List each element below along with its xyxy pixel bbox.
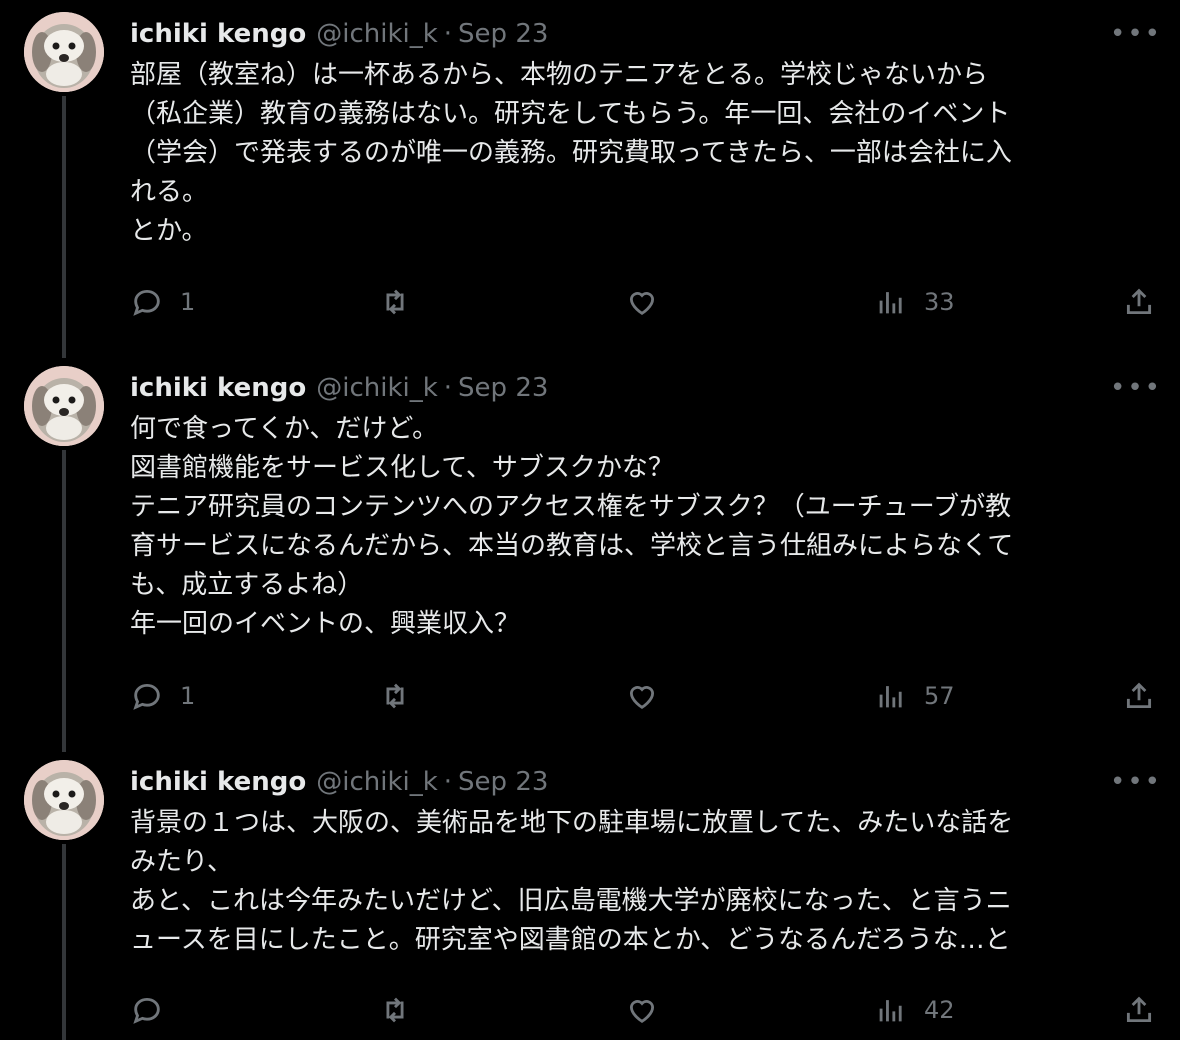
avatar[interactable] xyxy=(24,12,104,92)
heart-icon xyxy=(629,292,655,315)
like-button[interactable] xyxy=(625,990,659,1030)
share-icon xyxy=(1126,288,1152,315)
tweet-text-line: あと、これは今年みたいだけど、旧広島電機大学が廃校になった、と言うニ xyxy=(130,886,1012,916)
reply-count: 1 xyxy=(180,682,196,710)
author-handle[interactable]: @ichiki_k xyxy=(316,373,438,403)
like-button[interactable] xyxy=(625,676,659,716)
heart-icon xyxy=(629,686,655,709)
retweet-icon xyxy=(386,289,404,315)
tweet-text-line: 何で食ってくか、だけど。 xyxy=(130,414,439,444)
share-icon xyxy=(1126,996,1152,1023)
separator-dot: · xyxy=(443,767,453,797)
tweet-text: 部屋（教室ね）は一杯あるから、本物のテニアをとる。学校じゃないから （私企業）教… xyxy=(130,56,1160,251)
views-count: 57 xyxy=(924,682,955,710)
action-bar: 1 33 xyxy=(0,282,1180,322)
views-chart-icon xyxy=(879,292,902,314)
reply-count: 1 xyxy=(180,288,196,316)
dog-avatar-image xyxy=(24,366,104,446)
tweet-header: ichiki kengo @ichiki_k · Sep 23 xyxy=(130,764,548,800)
dog-avatar-image xyxy=(24,760,104,840)
separator-dot: · xyxy=(443,19,453,49)
tweet-text: 背景の１つは、大阪の、美術品を地下の駐車場に放置してた、みたいな話を みたり、 … xyxy=(130,804,1160,960)
tweet-text-line: 部屋（教室ね）は一杯あるから、本物のテニアをとる。学校じゃないから xyxy=(130,60,989,90)
tweet-date[interactable]: Sep 23 xyxy=(458,767,548,797)
tweet-text-line: ュースを目にしたこと。研究室や図書館の本とか、どうなるんだろうな…と xyxy=(130,925,1011,955)
views-chart-icon xyxy=(879,1000,902,1022)
views-button[interactable]: 42 xyxy=(874,990,955,1030)
tweet-header: ichiki kengo @ichiki_k · Sep 23 xyxy=(130,370,548,406)
retweet-button[interactable] xyxy=(378,676,412,716)
tweet-date[interactable]: Sep 23 xyxy=(458,373,548,403)
reply-button[interactable]: 1 xyxy=(130,676,195,716)
share-button[interactable] xyxy=(1122,282,1156,322)
avatar[interactable] xyxy=(24,760,104,840)
action-bar: 42 xyxy=(0,990,1180,1030)
reply-button[interactable]: 1 xyxy=(130,282,195,322)
retweet-button[interactable] xyxy=(378,282,412,322)
tweet-text-line: テニア研究員のコンテンツへのアクセス権をサブスク？（ユーチューブが教 xyxy=(130,492,1012,522)
views-count: 33 xyxy=(924,288,955,316)
retweet-icon xyxy=(386,997,404,1023)
more-options-icon[interactable]: ••• xyxy=(1110,764,1160,800)
tweet-text-line: （私企業）教育の義務はない。研究をしてもらう。年一回、会社のイベント xyxy=(130,99,1011,129)
tweet-text-line: 育サービスになるんだから、本当の教育は、学校と言う仕組みによらなくて xyxy=(130,531,1014,561)
share-button[interactable] xyxy=(1122,676,1156,716)
tweet-text-line: みたり、 xyxy=(130,847,233,877)
reply-icon xyxy=(133,997,160,1024)
tweet[interactable]: ichiki kengo @ichiki_k · Sep 23 ••• 部屋（教… xyxy=(0,0,1180,354)
reply-button[interactable] xyxy=(130,990,180,1030)
tweet-header: ichiki kengo @ichiki_k · Sep 23 xyxy=(130,16,548,52)
author-name[interactable]: ichiki kengo xyxy=(130,767,306,797)
tweet-date[interactable]: Sep 23 xyxy=(458,19,548,49)
share-button[interactable] xyxy=(1122,990,1156,1030)
retweet-icon xyxy=(386,683,404,709)
tweet-text: 何で食ってくか、だけど。 図書館機能をサービス化して、サブスクかな？ テニア研究… xyxy=(130,410,1160,644)
views-button[interactable]: 33 xyxy=(874,282,955,322)
like-button[interactable] xyxy=(625,282,659,322)
views-chart-icon xyxy=(879,686,902,708)
more-options-icon[interactable]: ••• xyxy=(1110,16,1160,52)
author-handle[interactable]: @ichiki_k xyxy=(316,767,438,797)
share-icon xyxy=(1126,682,1152,709)
tweet-text-line: も、成立するよね） xyxy=(130,570,364,600)
dog-avatar-image xyxy=(24,12,104,92)
heart-icon xyxy=(629,1000,655,1023)
author-name[interactable]: ichiki kengo xyxy=(130,19,306,49)
action-bar: 1 57 xyxy=(0,676,1180,716)
more-options-icon[interactable]: ••• xyxy=(1110,370,1160,406)
tweet[interactable]: ichiki kengo @ichiki_k · Sep 23 ••• 何で食っ… xyxy=(0,354,1180,748)
tweet-text-line: 図書館機能をサービス化して、サブスクかな？ xyxy=(130,453,674,483)
avatar[interactable] xyxy=(24,366,104,446)
reply-icon xyxy=(133,683,160,710)
author-handle[interactable]: @ichiki_k xyxy=(316,19,438,49)
reply-icon xyxy=(133,289,160,316)
tweet[interactable]: ichiki kengo @ichiki_k · Sep 23 ••• 背景の１… xyxy=(0,748,1180,1040)
tweet-text-line: 年一回のイベントの、興業収入？ xyxy=(130,609,521,639)
author-name[interactable]: ichiki kengo xyxy=(130,373,306,403)
tweet-text-line: とか。 xyxy=(130,216,208,246)
tweet-text-line: （学会）で発表するのが唯一の義務。研究費取ってきたら、一部は会社に入 xyxy=(130,138,1012,168)
retweet-button[interactable] xyxy=(378,990,412,1030)
tweet-text-line: 背景の１つは、大阪の、美術品を地下の駐車場に放置してた、みたいな話を xyxy=(130,808,1014,838)
tweet-text-line: れる。 xyxy=(130,177,209,207)
separator-dot: · xyxy=(443,373,453,403)
views-button[interactable]: 57 xyxy=(874,676,955,716)
views-count: 42 xyxy=(924,996,955,1024)
